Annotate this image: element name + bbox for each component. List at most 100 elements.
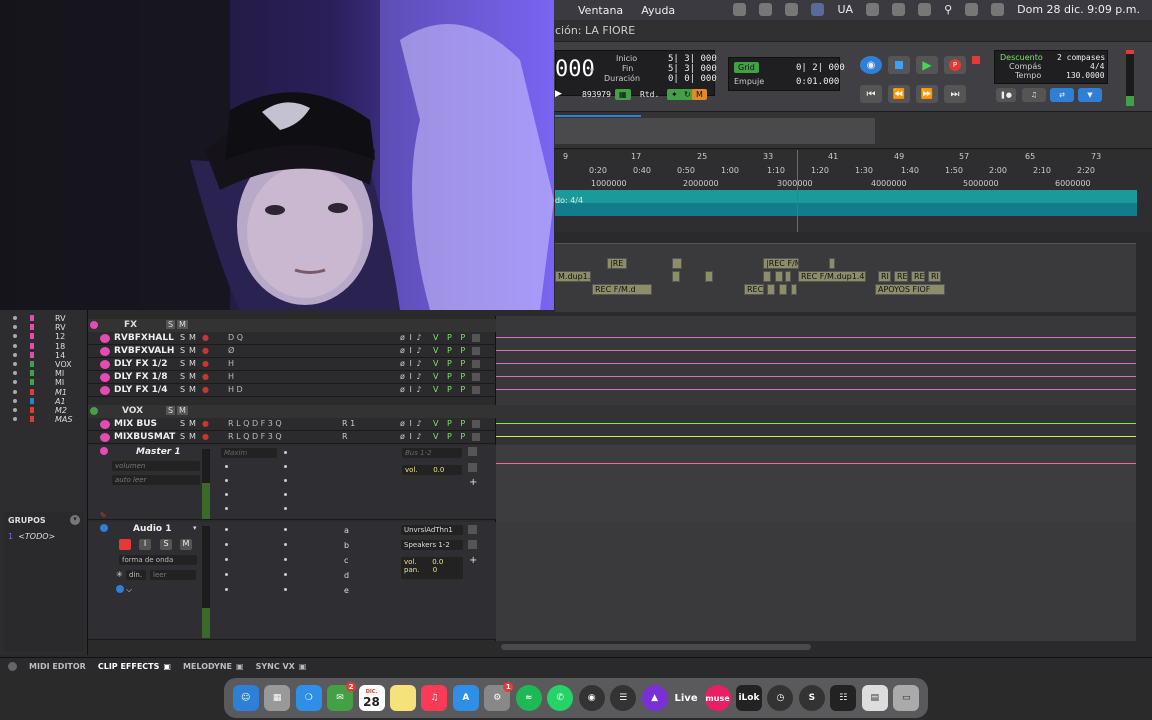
play-button[interactable]: ▶ <box>916 56 938 74</box>
nav-visibility-dot[interactable] <box>13 352 17 357</box>
nav-track-item[interactable]: M2 <box>55 406 67 415</box>
send-letter[interactable]: a <box>344 526 349 535</box>
stop-button[interactable] <box>888 56 910 74</box>
track-name[interactable]: Master 1 <box>136 447 181 457</box>
meter-ruler[interactable]: do: 4/4 <box>555 190 1137 216</box>
rec-icon[interactable]: ● <box>202 385 209 394</box>
search-icon[interactable]: ⚲ <box>944 3 952 16</box>
rtd-label[interactable]: Rtd. <box>640 90 659 99</box>
dyn-button[interactable]: din. <box>126 570 146 580</box>
spotify-icon[interactable]: ≈ <box>515 685 542 711</box>
voice-buttons[interactable]: V P P <box>433 432 468 441</box>
insert-slots[interactable]: H <box>228 372 234 381</box>
timeline-lanes[interactable] <box>496 316 1136 641</box>
audio-clip[interactable]: APOYOS FIOF <box>875 284 945 295</box>
track-row[interactable]: DLY FX 1/2 S M ● Hø I ♪ V P P <box>88 358 496 371</box>
mute-button[interactable]: M <box>189 359 196 368</box>
menu-ventana[interactable]: Ventana <box>578 4 623 17</box>
timeline-rulers[interactable]: 9 17 25 33 41 49 57 65 73 0:20 0:40 0:50 1:00 1:10 1:… <box>555 150 1152 232</box>
grid-button[interactable]: Grid <box>734 62 759 73</box>
audio-clip[interactable] <box>785 271 791 282</box>
audio-clip[interactable]: |RE <box>607 258 627 269</box>
collapse-icon[interactable] <box>8 662 17 671</box>
duracion-value[interactable]: 0| 0| 000 <box>668 74 717 84</box>
audio-clip[interactable] <box>767 284 775 295</box>
sparkle-icon[interactable]: ✳ <box>116 570 123 579</box>
expand-icon[interactable] <box>468 463 477 472</box>
meter-value[interactable]: 4/4 <box>1090 62 1104 71</box>
io-indicators[interactable]: ø I ♪ <box>400 385 422 394</box>
return-to-zero-button[interactable]: ⏮ <box>860 85 882 103</box>
record-arm-button[interactable] <box>119 539 131 550</box>
automation-line[interactable] <box>496 436 1136 437</box>
tempo-value[interactable]: 130.0000 <box>1066 71 1105 80</box>
audio-clip[interactable] <box>791 284 797 295</box>
tab-midi-editor[interactable]: MIDI EDITOR <box>29 662 86 671</box>
read-indicator[interactable]: R <box>342 432 348 441</box>
rewind-button[interactable]: ⏪ <box>888 85 910 103</box>
track-row[interactable]: RVBFXHALL S M ● D Q ø I ♪ V P P <box>88 332 496 345</box>
nav-visibility-dot[interactable] <box>13 334 17 339</box>
folder-name[interactable]: FX <box>124 320 137 330</box>
track-arrow-icon[interactable] <box>100 420 110 429</box>
rec-icon[interactable]: ● <box>202 372 209 381</box>
mute-button[interactable]: M <box>189 346 196 355</box>
solo-button[interactable]: S <box>180 372 185 381</box>
chevron-down-icon[interactable]: ▾ <box>70 515 80 525</box>
audio-clip[interactable]: RE <box>894 271 908 282</box>
input-indicator[interactable]: UA <box>837 3 853 16</box>
solo-button[interactable]: S <box>160 539 172 550</box>
tab-sync-vx[interactable]: SYNC VX ▣ <box>256 662 307 671</box>
mute-button[interactable]: M <box>189 372 196 381</box>
inicio-value[interactable]: 5| 3| 000 <box>668 54 717 64</box>
audio-clip[interactable]: RI <box>878 271 891 282</box>
nav-track-item[interactable]: MAS <box>55 415 72 424</box>
automation-selector[interactable]: auto leer <box>112 475 200 485</box>
insert-slots[interactable]: H <box>228 359 234 368</box>
track-name[interactable]: RVBFXVALH <box>114 346 174 356</box>
audio-clip[interactable] <box>779 284 787 295</box>
rec-icon[interactable]: ● <box>202 359 209 368</box>
audio-clip[interactable] <box>775 271 783 282</box>
io-indicators[interactable]: ø I ♪ <box>400 372 422 381</box>
muse-icon[interactable]: muse <box>704 685 731 711</box>
pro-tools-icon[interactable]: ▲ <box>641 685 668 711</box>
window-icon[interactable] <box>811 3 825 16</box>
rec-icon[interactable]: ● <box>202 419 209 428</box>
io-indicators[interactable]: ø I ♪ <box>400 432 422 441</box>
track-arrow-icon[interactable] <box>100 373 110 382</box>
audio-clip[interactable]: |REC F/M <box>763 258 799 269</box>
safari-icon[interactable]: ❍ <box>295 685 322 711</box>
track-row[interactable]: RVBFXVALH S M ● Øø I ♪ V P P <box>88 345 496 358</box>
mute-button[interactable]: M <box>177 320 188 329</box>
nav-visibility-dot[interactable] <box>13 389 17 394</box>
master-track[interactable]: Master 1 volumen auto leer Maxim Bus 1-2… <box>88 445 496 520</box>
main-counter[interactable]: 000 <box>555 57 595 82</box>
pen-icon[interactable] <box>918 3 932 16</box>
fast-forward-button[interactable]: ⏩ <box>916 85 938 103</box>
solo-button[interactable]: S <box>180 419 185 428</box>
nav-visibility-dot[interactable] <box>13 316 17 320</box>
track-name[interactable]: MIX BUS <box>114 419 157 429</box>
track-name[interactable]: DLY FX 1/2 <box>114 359 168 369</box>
compases-value[interactable]: 2 compases <box>1057 53 1105 62</box>
folder-arrow-icon[interactable] <box>90 407 98 415</box>
nav-track-item[interactable]: MI <box>55 369 64 378</box>
expand-icon[interactable] <box>468 525 477 534</box>
automation-line[interactable] <box>496 389 1136 390</box>
insert-slot[interactable]: Maxim <box>221 448 277 458</box>
voice-buttons[interactable]: V P P <box>433 333 468 342</box>
tab-melodyne[interactable]: MELODYNE ▣ <box>183 662 244 671</box>
nav-track-item[interactable]: M1 <box>55 388 67 397</box>
track-arrow-icon[interactable] <box>100 386 110 395</box>
nav-visibility-dot[interactable] <box>13 371 17 376</box>
midi-icon[interactable]: ▦ <box>615 89 631 100</box>
track-row[interactable]: DLY FX 1/8 S M ● Hø I ♪ V P P <box>88 371 496 384</box>
solo-button[interactable]: S <box>166 406 176 415</box>
nav-visibility-dot[interactable] <box>13 380 17 385</box>
expand-icon[interactable] <box>468 447 477 456</box>
group-item[interactable]: 1 <TODO> <box>8 532 55 541</box>
mute-button[interactable]: M <box>189 385 196 394</box>
mute-button[interactable]: M <box>177 406 188 415</box>
go-to-end-button[interactable]: ⏭ <box>944 85 966 103</box>
